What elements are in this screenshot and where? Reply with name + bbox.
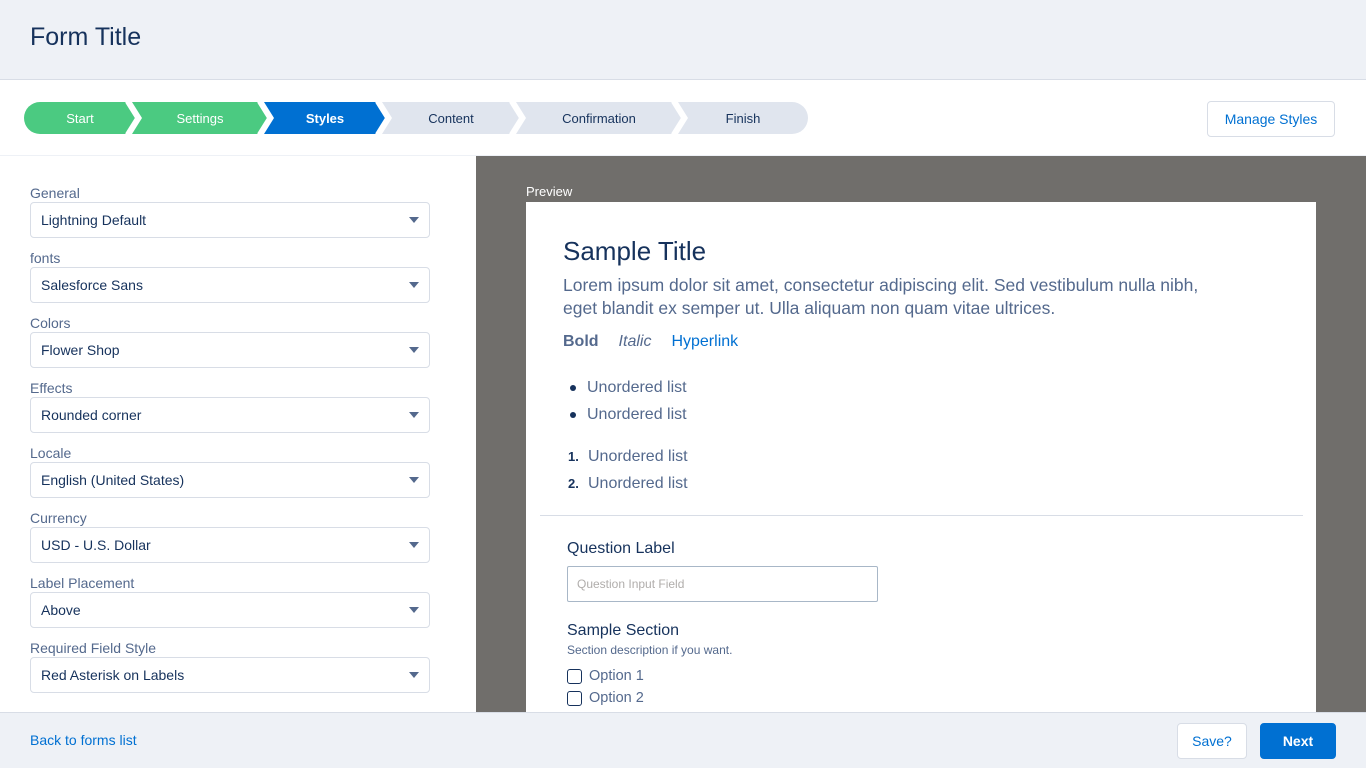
path-step-label: Content — [428, 110, 474, 126]
general-value: Lightning Default — [41, 212, 147, 228]
path-step-label: Settings — [176, 110, 224, 126]
sample-title: Sample Title — [563, 236, 707, 266]
hyperlink-sample[interactable]: Hyperlink — [671, 333, 738, 351]
path-step-label: Confirmation — [562, 110, 636, 126]
page-footer: Back to forms list Save? Next — [0, 712, 1366, 768]
list-number: 1. — [568, 449, 579, 464]
currency-field: Currency USD - U.S. Dollar — [30, 509, 430, 563]
back-to-forms-link[interactable]: Back to forms list — [30, 732, 137, 748]
chevron-down-icon — [409, 282, 419, 288]
section-description: Section description if you want. — [567, 643, 733, 657]
list-item: 2. Unordered list — [568, 470, 688, 497]
required-field-style-value: Red Asterisk on Labels — [41, 667, 185, 683]
path-step-styles[interactable]: Styles — [264, 102, 386, 134]
option-label: Option 2 — [589, 690, 644, 706]
colors-label: Colors — [30, 315, 71, 331]
list-item: Unordered list — [570, 401, 687, 428]
label-placement-value: Above — [41, 602, 81, 618]
fonts-field: fonts Salesforce Sans — [30, 249, 430, 303]
path-step-confirmation[interactable]: Confirmation — [516, 102, 682, 134]
bold-sample: Bold — [563, 333, 599, 350]
chevron-down-icon — [409, 542, 419, 548]
chevron-down-icon — [409, 217, 419, 223]
path-step-label: Finish — [725, 110, 761, 126]
page-title: Form Title — [30, 23, 142, 51]
colors-select[interactable]: Flower Shop — [30, 332, 430, 368]
locale-select[interactable]: English (United States) — [30, 462, 430, 498]
colors-value: Flower Shop — [41, 342, 120, 358]
list-item-text: Unordered list — [587, 405, 687, 423]
path-step-label: Start — [66, 110, 94, 126]
effects-value: Rounded corner — [41, 407, 142, 423]
save-button[interactable]: Save? — [1177, 723, 1247, 759]
page-header: Form Title — [0, 0, 1366, 80]
effects-select[interactable]: Rounded corner — [30, 397, 430, 433]
sample-paragraph: Lorem ipsum dolor sit amet, consectetur … — [563, 275, 1199, 318]
preview-label: Preview — [526, 184, 573, 199]
locale-label: Locale — [30, 445, 72, 461]
locale-field: Locale English (United States) — [30, 444, 430, 498]
list-item-text: Unordered list — [588, 447, 688, 465]
question-placeholder: Question Input Field — [577, 577, 685, 591]
path-step-content[interactable]: Content — [382, 102, 520, 134]
fonts-select[interactable]: Salesforce Sans — [30, 267, 430, 303]
chevron-down-icon — [409, 347, 419, 353]
label-placement-select[interactable]: Above — [30, 592, 430, 628]
checkbox-icon — [567, 690, 582, 706]
path-step-start[interactable]: Start — [24, 102, 136, 134]
required-field-style-select[interactable]: Red Asterisk on Labels — [30, 657, 430, 693]
list-item: 1. Unordered list — [568, 443, 688, 470]
chevron-down-icon — [409, 477, 419, 483]
unordered-list: Unordered list Unordered list — [570, 374, 687, 428]
progress-path: Start Settings Styles Content Confirmation Fi… — [24, 102, 808, 134]
bullet-icon — [570, 384, 576, 391]
option-label: Option 1 — [589, 668, 644, 684]
chevron-down-icon — [409, 607, 419, 613]
question-label: Question Label — [567, 540, 675, 557]
list-item-text: Unordered list — [587, 378, 687, 396]
general-field: General Lightning Default — [30, 184, 430, 238]
required-field-style-label: Required Field Style — [30, 640, 157, 656]
list-item: Unordered list — [570, 374, 687, 401]
locale-value: English (United States) — [41, 472, 185, 488]
style-settings-panel: General Lightning Default fonts Salesfor… — [0, 156, 476, 712]
path-step-settings[interactable]: Settings — [132, 102, 268, 134]
text-format-samples: Bold Italic Hyperlink — [563, 333, 738, 351]
currency-value: USD - U.S. Dollar — [41, 537, 151, 553]
preview-area[interactable]: Preview Sample Title Lorem ipsum dolor s… — [476, 156, 1366, 712]
chevron-down-icon — [409, 412, 419, 418]
next-button[interactable]: Next — [1260, 723, 1336, 759]
divider — [540, 515, 1303, 516]
ordered-list: 1. Unordered list 2. Unordered list — [568, 443, 688, 497]
italic-sample: Italic — [618, 333, 652, 350]
currency-label: Currency — [30, 510, 87, 526]
path-step-label: Styles — [305, 110, 345, 126]
effects-label: Effects — [30, 380, 73, 396]
section-title: Sample Section — [567, 622, 680, 639]
list-number: 2. — [568, 476, 579, 491]
manage-styles-button[interactable]: Manage Styles — [1207, 101, 1335, 137]
question-input[interactable]: Question Input Field — [567, 566, 878, 602]
fonts-label: fonts — [30, 250, 61, 266]
option-1-checkbox[interactable]: Option 1 — [567, 666, 644, 686]
bullet-icon — [570, 411, 576, 418]
list-item-text: Unordered list — [588, 474, 688, 492]
fonts-value: Salesforce Sans — [41, 277, 143, 293]
option-2-checkbox[interactable]: Option 2 — [567, 688, 644, 708]
currency-select[interactable]: USD - U.S. Dollar — [30, 527, 430, 563]
checkbox-icon — [567, 668, 582, 684]
effects-field: Effects Rounded corner — [30, 379, 430, 433]
label-placement-field: Label Placement Above — [30, 574, 430, 628]
colors-field: Colors Flower Shop — [30, 314, 430, 368]
path-step-finish[interactable]: Finish — [678, 102, 808, 134]
preview-card: Sample Title Lorem ipsum dolor sit amet,… — [526, 202, 1316, 712]
required-field-style-field: Required Field Style Red Asterisk on Lab… — [30, 639, 430, 693]
label-placement-label: Label Placement — [30, 575, 135, 591]
chevron-down-icon — [409, 672, 419, 678]
step-bar: Start Settings Styles Content Confirmation Fi… — [0, 81, 1366, 156]
general-select[interactable]: Lightning Default — [30, 202, 430, 238]
general-label: General — [30, 185, 80, 201]
